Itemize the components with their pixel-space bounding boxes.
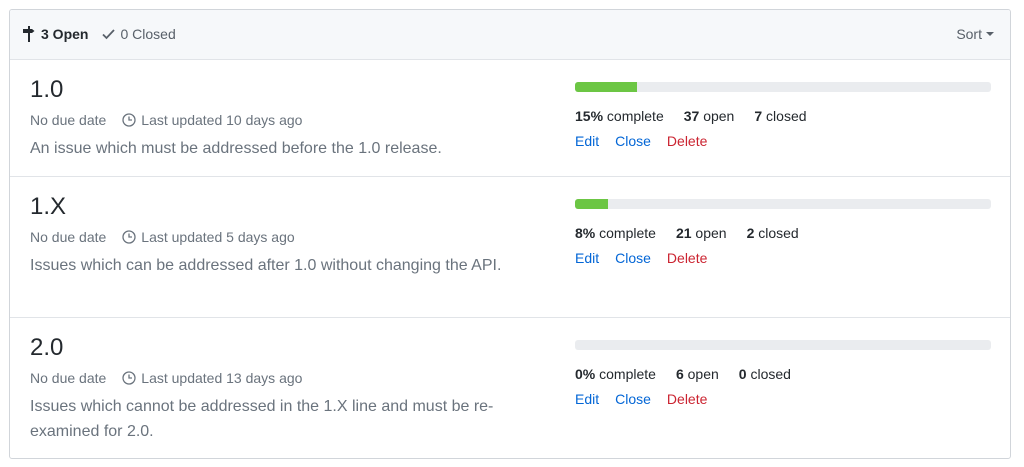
edit-link[interactable]: Edit (575, 133, 599, 149)
delete-link[interactable]: Delete (667, 391, 707, 407)
closed-count-label: 0 Closed (120, 26, 176, 42)
edit-link[interactable]: Edit (575, 391, 599, 407)
sort-label: Sort (956, 26, 982, 42)
due-date: No due date (30, 229, 107, 245)
closed-stat: 0 closed (739, 366, 791, 382)
open-filter[interactable]: 3 Open (22, 26, 88, 42)
sort-dropdown[interactable]: Sort (956, 26, 994, 42)
milestone-stats: 8% complete 21 open 2 closed (575, 225, 991, 241)
close-link[interactable]: Close (615, 391, 651, 407)
state-filters: 3 Open 0 Closed (22, 26, 190, 42)
closed-text: closed (758, 225, 799, 241)
milestone-stats: 0% complete 6 open 0 closed (575, 366, 991, 382)
open-stat: 21 open (676, 225, 727, 241)
complete-text: complete (599, 225, 656, 241)
open-text: open (687, 366, 719, 382)
progress-bar (575, 340, 991, 350)
closed-stat: 2 closed (747, 225, 799, 241)
progress-fill (575, 199, 609, 209)
complete-stat: 8% complete (575, 225, 656, 241)
open-text: open (695, 225, 727, 241)
progress-bar (575, 199, 991, 209)
delete-link[interactable]: Delete (667, 133, 707, 149)
milestones-list: 3 Open 0 Closed Sort 1.0 No due date Las… (9, 9, 1011, 459)
milestone-actions: Edit Close Delete (575, 391, 991, 407)
closed-stat: 7 closed (754, 108, 806, 124)
milestone-actions: Edit Close Delete (575, 250, 991, 266)
complete-text: complete (599, 366, 656, 382)
open-count: 21 (675, 225, 692, 241)
milestone-stats: 15% complete 37 open 7 closed (575, 108, 991, 124)
close-link[interactable]: Close (615, 250, 651, 266)
open-count-label: 3 Open (41, 26, 89, 42)
complete-stat: 15% complete (575, 108, 664, 124)
milestone-meta: No due date Last updated 5 days ago (30, 227, 540, 247)
last-updated: Last updated 13 days ago (122, 370, 302, 386)
due-date: No due date (30, 370, 107, 386)
closed-count: 7 (754, 108, 763, 124)
open-text: open (703, 108, 735, 124)
due-date: No due date (30, 112, 107, 128)
milestone-row: 1.X No due date Last updated 5 days ago … (10, 177, 1010, 318)
progress-fill (575, 82, 638, 92)
last-updated-text: Last updated 10 days ago (141, 112, 303, 128)
last-updated: Last updated 10 days ago (122, 112, 302, 128)
check-icon (102, 29, 116, 40)
open-stat: 6 open (676, 366, 719, 382)
last-updated: Last updated 5 days ago (122, 229, 295, 245)
milestone-description: Issues which can be addressed after 1.0 … (30, 257, 502, 274)
edit-link[interactable]: Edit (575, 250, 599, 266)
closed-count: 0 (738, 366, 747, 382)
milestone-description: Issues which cannot be addressed in the … (30, 398, 494, 440)
clock-icon (122, 371, 136, 385)
last-updated-text: Last updated 5 days ago (141, 229, 295, 245)
open-stat: 37 open (684, 108, 735, 124)
complete-percent: 0% (575, 366, 596, 382)
chevron-down-icon (986, 32, 994, 36)
closed-count: 2 (746, 225, 755, 241)
complete-text: complete (606, 108, 664, 124)
milestone-description: An issue which must be addressed before … (30, 140, 442, 157)
milestone-actions: Edit Close Delete (575, 133, 991, 149)
clock-icon (122, 230, 136, 244)
last-updated-text: Last updated 13 days ago (141, 370, 303, 386)
delete-link[interactable]: Delete (667, 250, 707, 266)
milestone-row: 2.0 No due date Last updated 13 days ago… (10, 318, 1010, 458)
milestones-header: 3 Open 0 Closed Sort (10, 10, 1010, 60)
milestone-title[interactable]: 1.X (30, 191, 540, 223)
milestone-title[interactable]: 1.0 (30, 74, 540, 106)
complete-percent: 15% (575, 108, 604, 124)
open-count: 6 (675, 366, 684, 382)
clock-icon (122, 113, 136, 127)
milestone-meta: No due date Last updated 13 days ago (30, 368, 540, 388)
progress-bar (575, 82, 991, 92)
milestone-row: 1.0 No due date Last updated 10 days ago… (10, 60, 1010, 177)
complete-stat: 0% complete (575, 366, 656, 382)
closed-text: closed (766, 108, 807, 124)
open-count: 37 (683, 108, 700, 124)
complete-percent: 8% (575, 225, 596, 241)
milestone-icon (23, 26, 35, 42)
milestone-title[interactable]: 2.0 (30, 332, 540, 364)
milestone-meta: No due date Last updated 10 days ago (30, 110, 540, 130)
closed-filter[interactable]: 0 Closed (102, 26, 176, 42)
close-link[interactable]: Close (615, 133, 651, 149)
closed-text: closed (750, 366, 791, 382)
